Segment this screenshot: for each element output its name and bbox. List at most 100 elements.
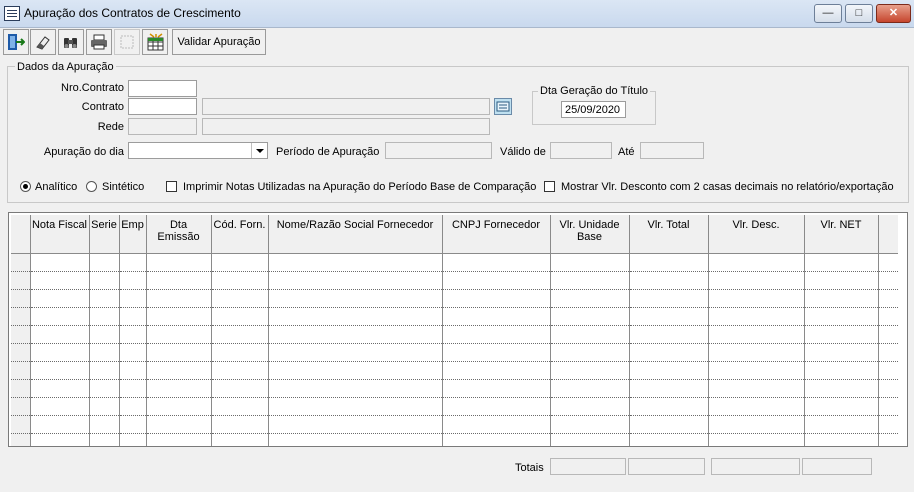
table-cell[interactable] — [878, 361, 898, 380]
table-row[interactable] — [11, 433, 898, 446]
table-cell[interactable] — [442, 361, 551, 380]
table-cell[interactable] — [708, 397, 805, 416]
apuracao-dia-select[interactable] — [128, 142, 268, 159]
table-cell[interactable] — [268, 379, 443, 398]
col-vlr-unidade-base[interactable]: Vlr. Unidade Base — [550, 215, 630, 254]
table-cell[interactable] — [804, 325, 879, 344]
table-cell[interactable] — [708, 379, 805, 398]
table-cell[interactable] — [708, 271, 805, 290]
table-cell[interactable] — [211, 361, 269, 380]
imprimir-notas-label[interactable]: Imprimir Notas Utilizadas na Apuração do… — [183, 181, 536, 193]
table-cell[interactable] — [211, 379, 269, 398]
table-cell[interactable] — [119, 433, 147, 446]
print-button[interactable] — [86, 29, 112, 55]
table-cell[interactable] — [442, 307, 551, 326]
table-cell[interactable] — [442, 433, 551, 446]
table-cell[interactable] — [119, 325, 147, 344]
col-serie[interactable]: Serie — [89, 215, 120, 254]
table-row[interactable] — [11, 325, 898, 344]
table-cell[interactable] — [878, 397, 898, 416]
table-cell[interactable] — [804, 307, 879, 326]
table-cell[interactable] — [550, 361, 630, 380]
table-cell[interactable] — [89, 397, 120, 416]
table-cell[interactable] — [211, 253, 269, 272]
table-cell[interactable] — [30, 343, 90, 362]
table-cell[interactable] — [629, 271, 709, 290]
table-cell[interactable] — [268, 307, 443, 326]
table-cell[interactable] — [804, 253, 879, 272]
table-cell[interactable] — [629, 379, 709, 398]
table-cell[interactable] — [211, 325, 269, 344]
table-cell[interactable] — [804, 361, 879, 380]
table-cell[interactable] — [550, 325, 630, 344]
table-cell[interactable] — [89, 379, 120, 398]
table-cell[interactable] — [211, 343, 269, 362]
table-cell[interactable] — [89, 271, 120, 290]
table-cell[interactable] — [30, 253, 90, 272]
imprimir-notas-checkbox[interactable] — [166, 181, 177, 192]
table-cell[interactable] — [30, 397, 90, 416]
table-cell[interactable] — [804, 433, 879, 446]
table-cell[interactable] — [708, 289, 805, 308]
table-cell[interactable] — [629, 325, 709, 344]
col-nome-fornecedor[interactable]: Nome/Razão Social Fornecedor — [268, 215, 443, 254]
table-cell[interactable] — [146, 325, 212, 344]
search-button[interactable] — [58, 29, 84, 55]
table-cell[interactable] — [708, 343, 805, 362]
table-cell[interactable] — [268, 271, 443, 290]
table-row[interactable] — [11, 397, 898, 416]
col-vlr-net[interactable]: Vlr. NET — [804, 215, 879, 254]
table-cell[interactable] — [268, 253, 443, 272]
clear-button[interactable] — [30, 29, 56, 55]
table-row[interactable] — [11, 289, 898, 308]
table-cell[interactable] — [550, 253, 630, 272]
table-cell[interactable] — [146, 397, 212, 416]
table-cell[interactable] — [550, 271, 630, 290]
table-cell[interactable] — [146, 415, 212, 434]
table-cell[interactable] — [30, 361, 90, 380]
table-cell[interactable] — [146, 343, 212, 362]
col-cod-forn[interactable]: Cód. Forn. — [211, 215, 269, 254]
table-cell[interactable] — [89, 433, 120, 446]
sintetico-radio[interactable] — [86, 181, 97, 192]
table-cell[interactable] — [119, 361, 147, 380]
table-cell[interactable] — [146, 433, 212, 446]
table-cell[interactable] — [268, 397, 443, 416]
table-cell[interactable] — [550, 307, 630, 326]
close-button[interactable]: ✕ — [876, 4, 911, 23]
table-cell[interactable] — [89, 343, 120, 362]
table-row[interactable] — [11, 379, 898, 398]
table-cell[interactable] — [89, 361, 120, 380]
table-cell[interactable] — [708, 361, 805, 380]
nro-contrato-field[interactable] — [128, 80, 197, 97]
table-cell[interactable] — [89, 289, 120, 308]
table-cell[interactable] — [708, 433, 805, 446]
analitico-radio[interactable] — [20, 181, 31, 192]
table-cell[interactable] — [550, 415, 630, 434]
table-cell[interactable] — [804, 397, 879, 416]
table-cell[interactable] — [442, 289, 551, 308]
table-cell[interactable] — [211, 433, 269, 446]
contrato-field[interactable] — [128, 98, 197, 115]
table-cell[interactable] — [119, 307, 147, 326]
table-cell[interactable] — [119, 379, 147, 398]
table-cell[interactable] — [119, 271, 147, 290]
chevron-down-icon[interactable] — [251, 143, 267, 158]
table-cell[interactable] — [211, 415, 269, 434]
table-row[interactable] — [11, 361, 898, 380]
table-cell[interactable] — [442, 415, 551, 434]
sintetico-label[interactable]: Sintético — [102, 181, 144, 193]
exit-button[interactable] — [3, 29, 29, 55]
table-cell[interactable] — [268, 343, 443, 362]
table-cell[interactable] — [30, 379, 90, 398]
table-cell[interactable] — [211, 307, 269, 326]
table-cell[interactable] — [804, 343, 879, 362]
table-cell[interactable] — [442, 379, 551, 398]
table-cell[interactable] — [442, 271, 551, 290]
table-cell[interactable] — [146, 379, 212, 398]
table-row[interactable] — [11, 271, 898, 290]
table-cell[interactable] — [211, 271, 269, 290]
col-vlr-desc[interactable]: Vlr. Desc. — [708, 215, 805, 254]
table-cell[interactable] — [878, 415, 898, 434]
table-cell[interactable] — [89, 253, 120, 272]
